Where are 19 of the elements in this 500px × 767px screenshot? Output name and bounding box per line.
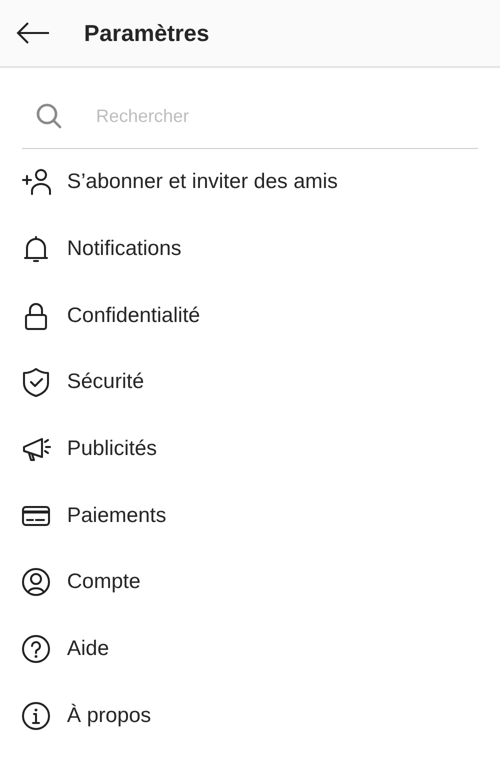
settings-item[interactable]: Aide [0, 616, 500, 682]
shield-check-icon [21, 367, 51, 398]
bell-icon [21, 234, 51, 264]
settings-item[interactable]: À propos [0, 682, 500, 750]
back-button[interactable] [16, 21, 50, 45]
question-circle-icon [21, 634, 51, 664]
settings-item[interactable]: Compte [0, 549, 500, 616]
screen-title: Paramètres [84, 20, 210, 46]
settings-item[interactable]: Confidentialité [0, 282, 500, 350]
settings-item[interactable]: S’abonner et inviter des amis [0, 149, 500, 216]
search-field[interactable]: Rechercher [94, 104, 478, 128]
user-circle-icon [21, 567, 51, 598]
settings-item[interactable]: Sécurité [0, 349, 500, 416]
info-circle-icon [21, 700, 51, 731]
settings-item[interactable]: Notifications [0, 216, 500, 282]
settings-item[interactable]: Publicités [0, 416, 500, 482]
search-icon [36, 103, 62, 129]
person-add-icon [21, 167, 51, 198]
settings-item[interactable]: Paiements [0, 482, 500, 550]
